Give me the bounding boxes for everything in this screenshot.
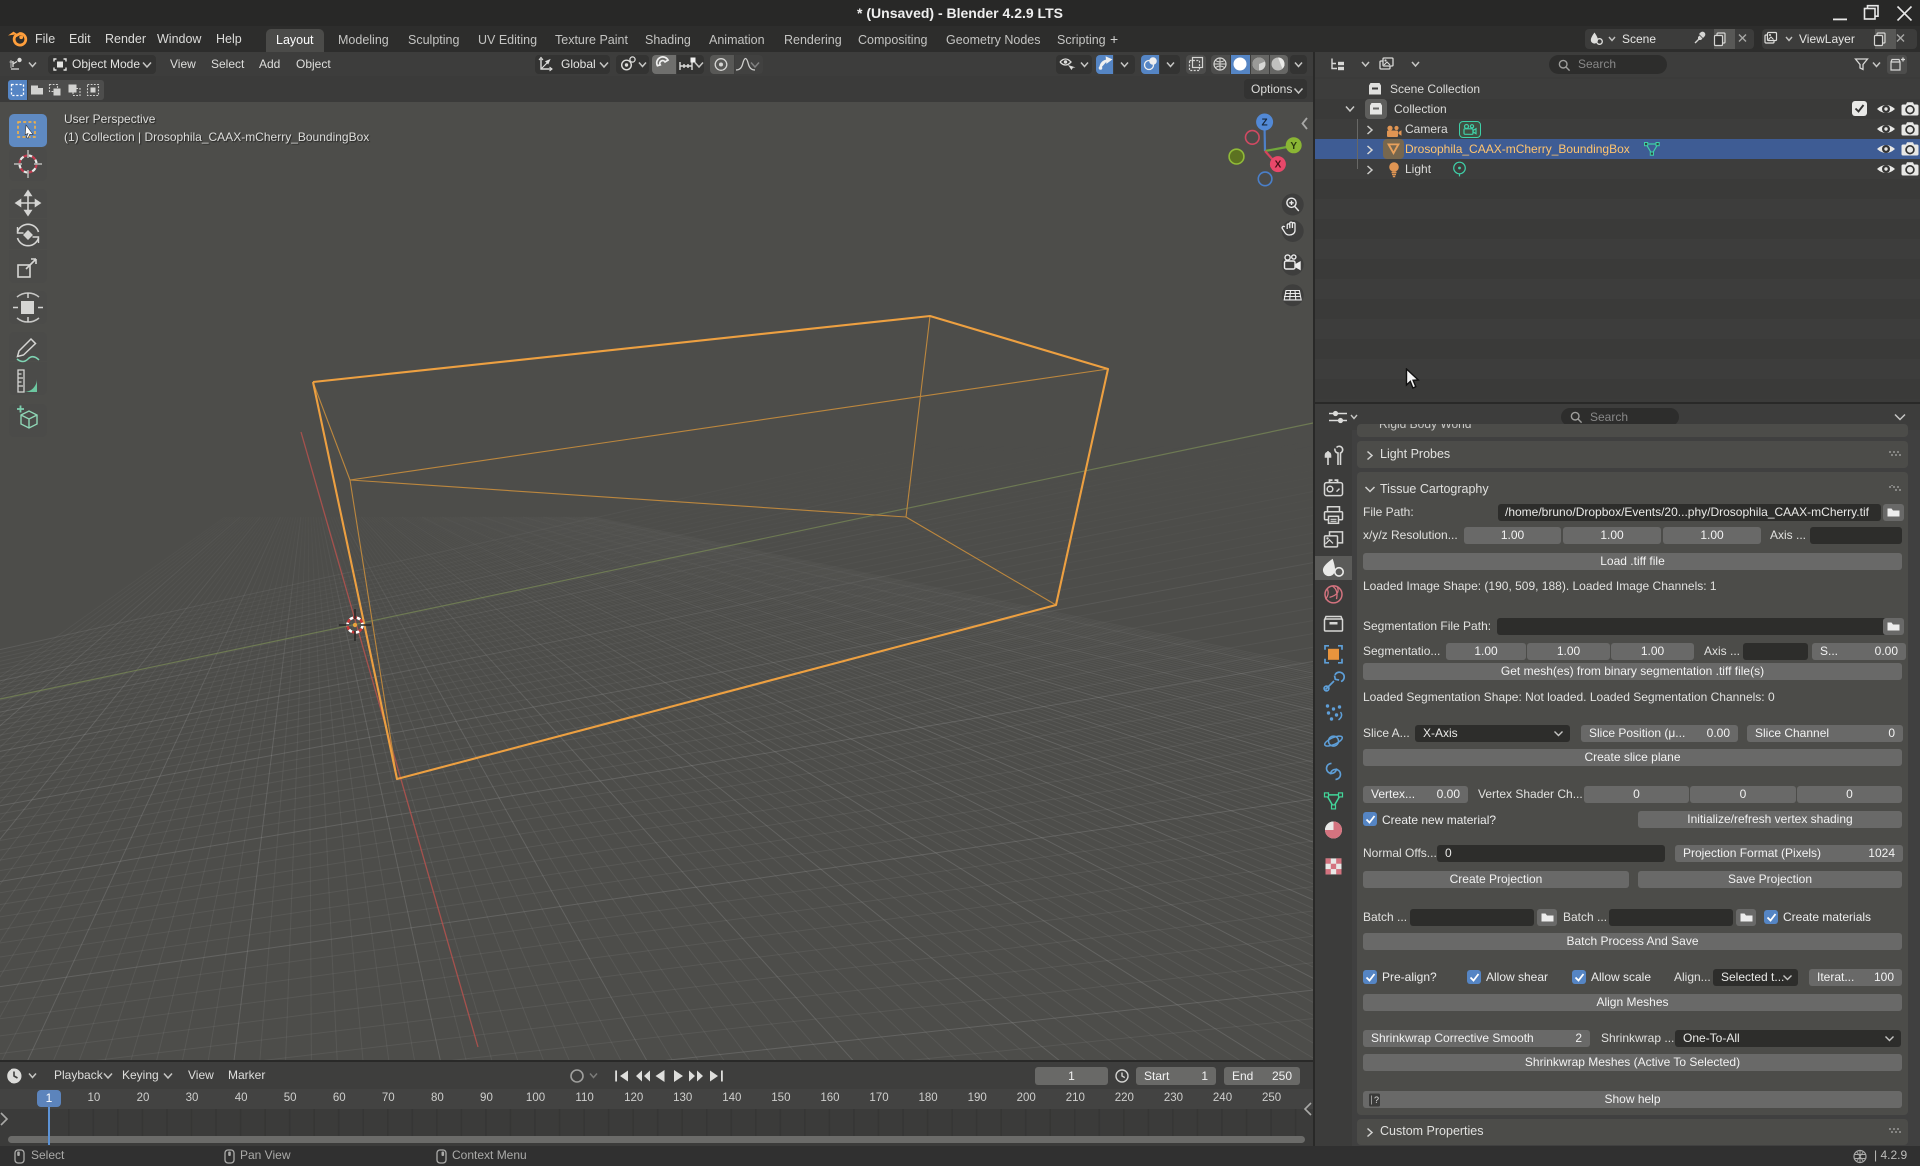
svg-text:?: ? bbox=[1374, 1095, 1379, 1105]
svg-text:Z: Z bbox=[1262, 118, 1268, 129]
svg-text:X: X bbox=[1275, 160, 1282, 171]
svg-text:Y: Y bbox=[1290, 141, 1297, 152]
